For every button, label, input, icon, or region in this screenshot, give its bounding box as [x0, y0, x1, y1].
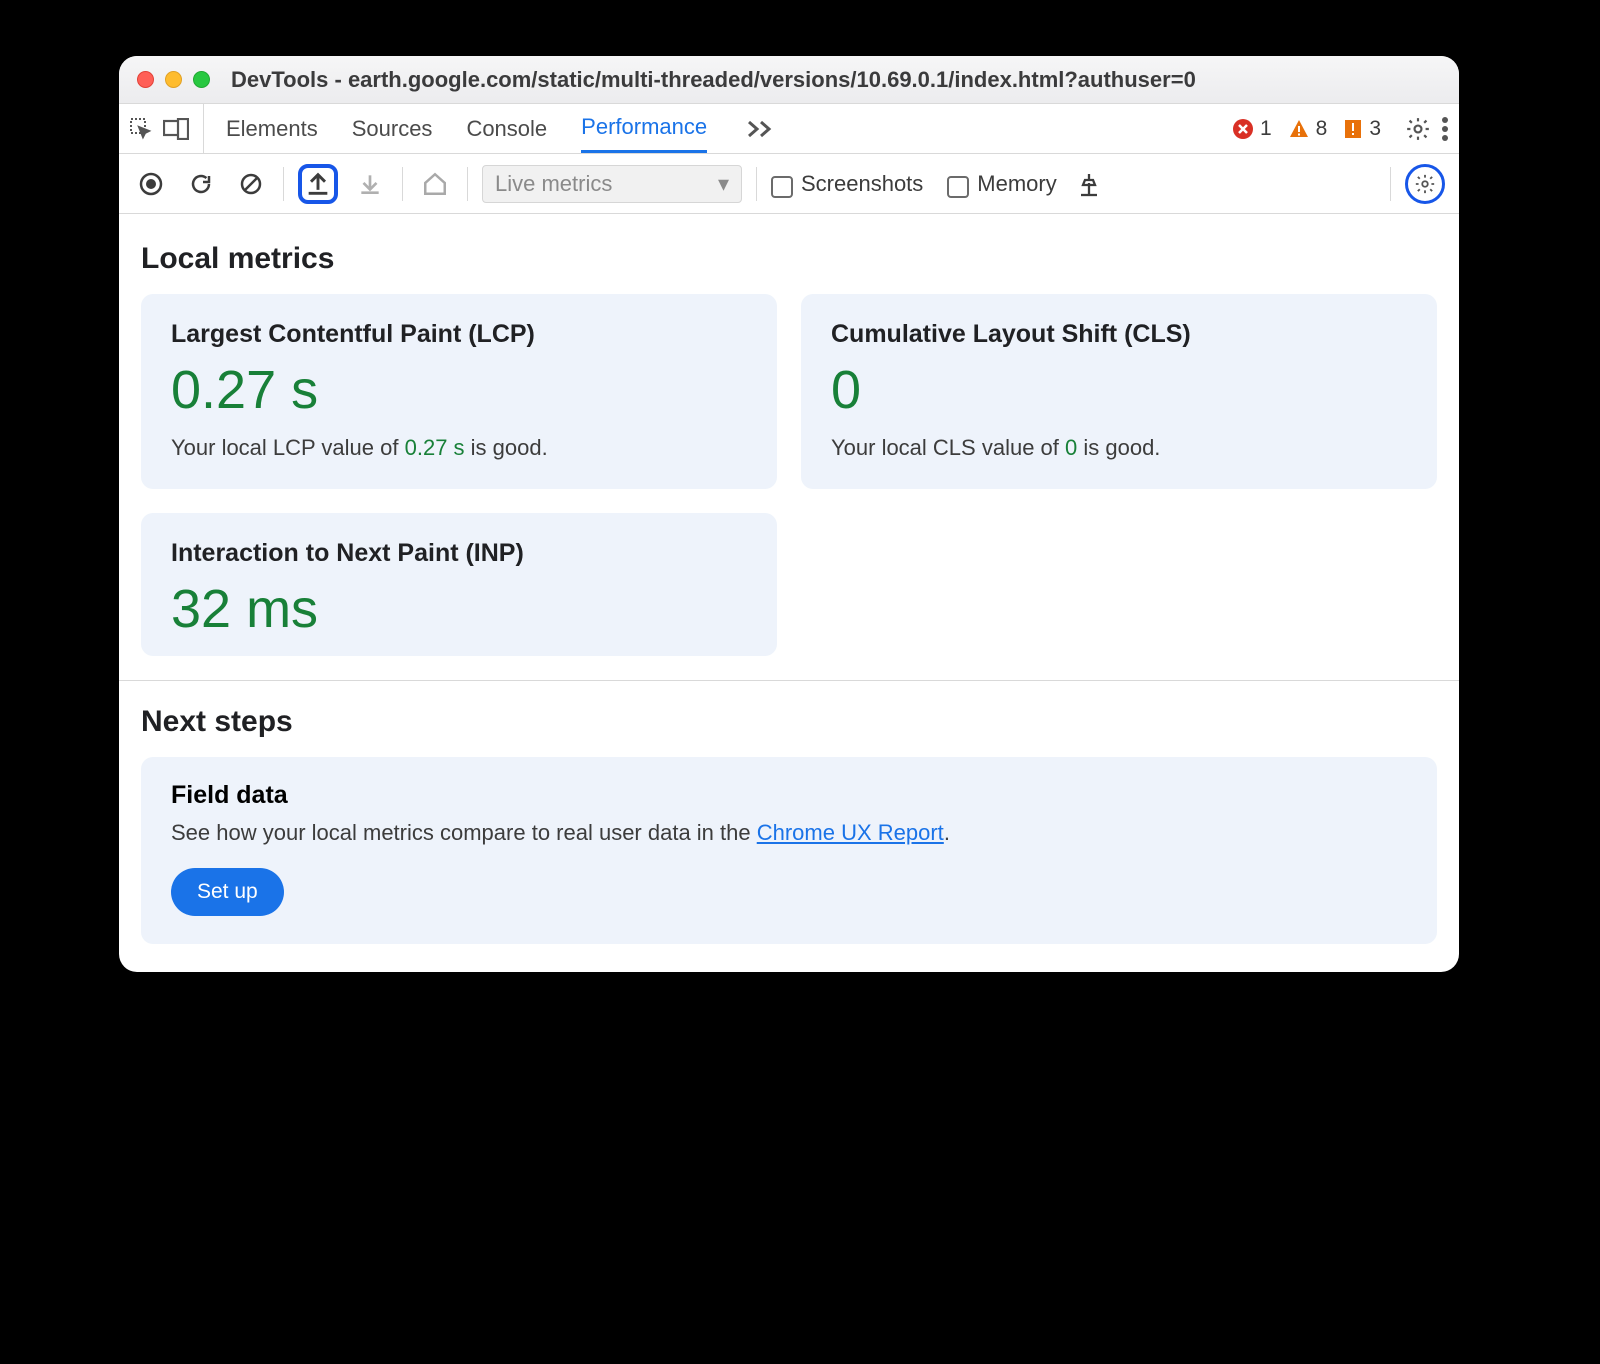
lcp-card: Largest Contentful Paint (LCP) 0.27 s Yo… — [141, 294, 777, 489]
local-metrics-section: Local metrics Largest Contentful Paint (… — [119, 214, 1459, 656]
local-metrics-heading: Local metrics — [141, 242, 1437, 276]
cls-value: 0 — [831, 363, 1407, 417]
record-button[interactable] — [133, 166, 169, 202]
screenshots-label: Screenshots — [801, 171, 923, 197]
tab-performance[interactable]: Performance — [581, 104, 707, 153]
more-menu-icon[interactable] — [1441, 116, 1449, 142]
error-badge-icon — [1232, 118, 1254, 140]
chevron-down-icon: ▾ — [718, 171, 729, 197]
reload-record-button[interactable] — [183, 166, 219, 202]
lcp-description: Your local LCP value of 0.27 s is good. — [171, 435, 747, 461]
inp-value: 32 ms — [171, 582, 747, 636]
field-data-card: Field data See how your local metrics co… — [141, 757, 1437, 944]
toolbar-separator — [283, 167, 284, 201]
performance-toolbar: Live metrics ▾ Screenshots Memory — [119, 154, 1459, 214]
toolbar-separator — [1390, 167, 1391, 201]
next-steps-heading: Next steps — [141, 705, 1437, 739]
view-selector-label: Live metrics — [495, 171, 612, 197]
traffic-lights — [137, 71, 210, 88]
zoom-window-button[interactable] — [193, 71, 210, 88]
titlebar: DevTools - earth.google.com/static/multi… — [119, 56, 1459, 104]
download-profile-button[interactable] — [352, 166, 388, 202]
toolbar-separator — [756, 167, 757, 201]
settings-icon[interactable] — [1405, 116, 1431, 142]
memory-checkbox[interactable]: Memory — [947, 171, 1056, 197]
garbage-collect-button[interactable] — [1071, 166, 1107, 202]
inspect-element-icon[interactable] — [129, 117, 153, 141]
screenshots-checkbox[interactable]: Screenshots — [771, 171, 923, 197]
crux-report-link[interactable]: Chrome UX Report — [757, 820, 944, 845]
tab-elements[interactable]: Elements — [226, 104, 318, 153]
console-badges[interactable]: 1 8 3 — [1232, 117, 1391, 141]
lcp-title: Largest Contentful Paint (LCP) — [171, 320, 747, 349]
setup-button[interactable]: Set up — [171, 868, 284, 916]
window-title: DevTools - earth.google.com/static/multi… — [231, 67, 1196, 93]
device-toolbar-icon[interactable] — [163, 118, 189, 140]
warning-badge-icon — [1288, 118, 1310, 140]
field-data-text: See how your local metrics compare to re… — [171, 820, 1407, 846]
cls-description: Your local CLS value of 0 is good. — [831, 435, 1407, 461]
issue-badge-icon — [1343, 118, 1363, 140]
cls-card: Cumulative Layout Shift (CLS) 0 Your loc… — [801, 294, 1437, 489]
inp-card: Interaction to Next Paint (INP) 32 ms — [141, 513, 777, 656]
capture-settings-button[interactable] — [1405, 164, 1445, 204]
issue-count: 3 — [1369, 117, 1381, 141]
devtools-window: DevTools - earth.google.com/static/multi… — [119, 56, 1459, 972]
checkbox-icon — [771, 176, 793, 198]
upload-profile-button[interactable] — [298, 164, 338, 204]
checkbox-icon — [947, 176, 969, 198]
error-count: 1 — [1260, 117, 1272, 141]
memory-label: Memory — [977, 171, 1056, 197]
panel-tabs: Elements Sources Console Performance — [204, 104, 797, 153]
inp-title: Interaction to Next Paint (INP) — [171, 539, 747, 568]
clear-button[interactable] — [233, 166, 269, 202]
toolbar-separator — [402, 167, 403, 201]
tab-console[interactable]: Console — [466, 104, 547, 153]
minimize-window-button[interactable] — [165, 71, 182, 88]
devtools-tabbar: Elements Sources Console Performance 1 8… — [119, 104, 1459, 154]
lcp-value: 0.27 s — [171, 363, 747, 417]
home-button[interactable] — [417, 166, 453, 202]
toolbar-separator — [467, 167, 468, 201]
view-selector[interactable]: Live metrics ▾ — [482, 165, 742, 203]
next-steps-section: Next steps Field data See how your local… — [119, 681, 1459, 972]
cls-title: Cumulative Layout Shift (CLS) — [831, 320, 1407, 349]
warning-count: 8 — [1316, 117, 1328, 141]
close-window-button[interactable] — [137, 71, 154, 88]
more-tabs-icon[interactable] — [741, 119, 775, 139]
field-data-title: Field data — [171, 781, 1407, 810]
tab-sources[interactable]: Sources — [352, 104, 433, 153]
